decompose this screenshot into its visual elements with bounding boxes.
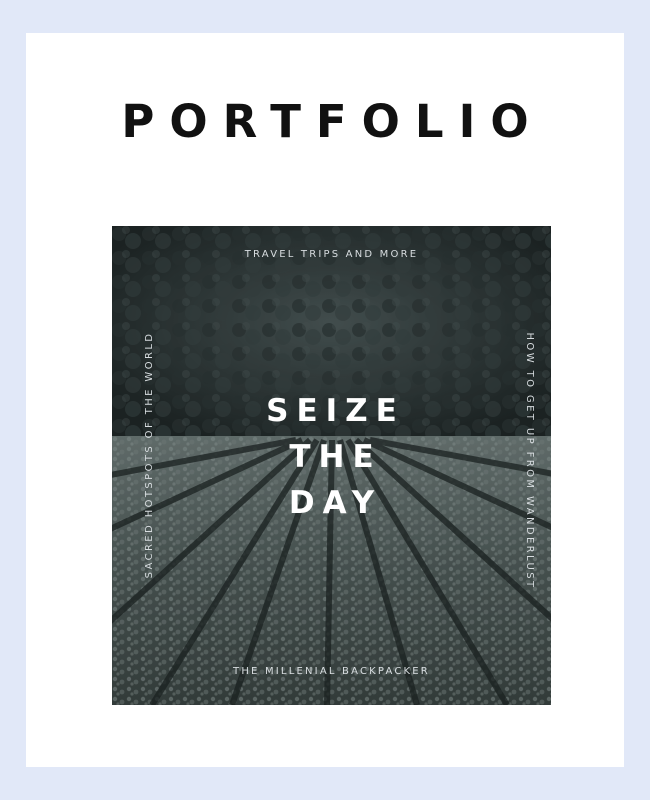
cover-bottom-text: THE MILLENIAL BACKPACKER xyxy=(233,666,430,677)
cover-headline: SEIZE THE DAY xyxy=(112,388,551,526)
headline-line-2: THE xyxy=(289,439,382,475)
headline-line-3: DAY xyxy=(288,485,383,521)
page-title: PORTFOLIO xyxy=(121,95,544,148)
cover-top-text: TRAVEL TRIPS AND MORE xyxy=(244,249,419,260)
cover-image: TRAVEL TRIPS AND MORE SEIZE THE DAY SACR… xyxy=(112,226,551,705)
headline-line-1: SEIZE xyxy=(266,393,405,429)
cover-right-vertical-text: HOW TO GET UP FROM WANDERLUST xyxy=(524,332,535,590)
cover-left-vertical-text: SACRED HOTSPOTS OF THE WORLD xyxy=(144,331,155,579)
